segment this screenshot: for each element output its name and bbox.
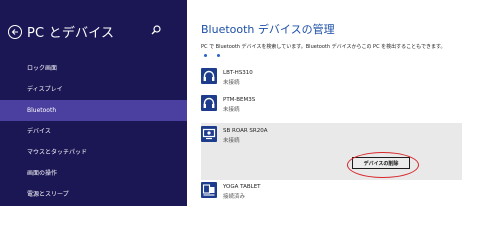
tablet-icon xyxy=(201,182,217,198)
sidebar: PC とデバイス ロック画面 ディスプレイ Bluetooth デバイス マウス… xyxy=(0,0,187,206)
main-content: Bluetooth デバイスの管理 PC で Bluetooth デバイスを検索… xyxy=(187,0,480,206)
sidebar-header: PC とデバイス xyxy=(8,22,114,41)
device-name: PTM-BEM3S xyxy=(223,97,256,103)
sidebar-item-bluetooth[interactable]: Bluetooth xyxy=(0,100,187,121)
headphones-icon xyxy=(201,68,217,84)
device-status: 未接続 xyxy=(223,138,240,144)
sidebar-item-screen-operation[interactable]: 画面の操作 xyxy=(0,163,187,184)
device-name: LBT-HS310 xyxy=(223,70,253,76)
device-name: SB ROAR SR20A xyxy=(223,128,268,134)
progress-dot xyxy=(204,54,207,57)
sidebar-item-lock-screen[interactable]: ロック画面 xyxy=(0,58,187,79)
back-button[interactable] xyxy=(8,24,22,39)
device-status: 未接続 xyxy=(223,107,240,113)
device-status: 未接続 xyxy=(223,80,240,86)
section-title: Bluetooth デバイスの管理 xyxy=(201,23,335,36)
sidebar-item-power-sleep[interactable]: 電源とスリープ xyxy=(0,184,187,205)
search-description: PC で Bluetooth デバイスを検索しています。Bluetooth デバ… xyxy=(201,44,446,50)
search-icon[interactable] xyxy=(150,24,162,36)
highlight-ellipse xyxy=(347,152,419,178)
page-title: PC とデバイス xyxy=(27,26,115,41)
speaker-icon xyxy=(201,126,217,142)
headphones-icon xyxy=(201,95,217,111)
device-name: YOGA TABLET xyxy=(223,184,261,190)
progress-dot xyxy=(217,54,220,57)
sidebar-item-mouse-touchpad[interactable]: マウスとタッチパッド xyxy=(0,142,187,163)
device-status: 接続済み xyxy=(223,194,246,200)
back-arrow-icon xyxy=(11,28,18,35)
sidebar-item-display[interactable]: ディスプレイ xyxy=(0,79,187,100)
sidebar-item-devices[interactable]: デバイス xyxy=(0,121,187,142)
